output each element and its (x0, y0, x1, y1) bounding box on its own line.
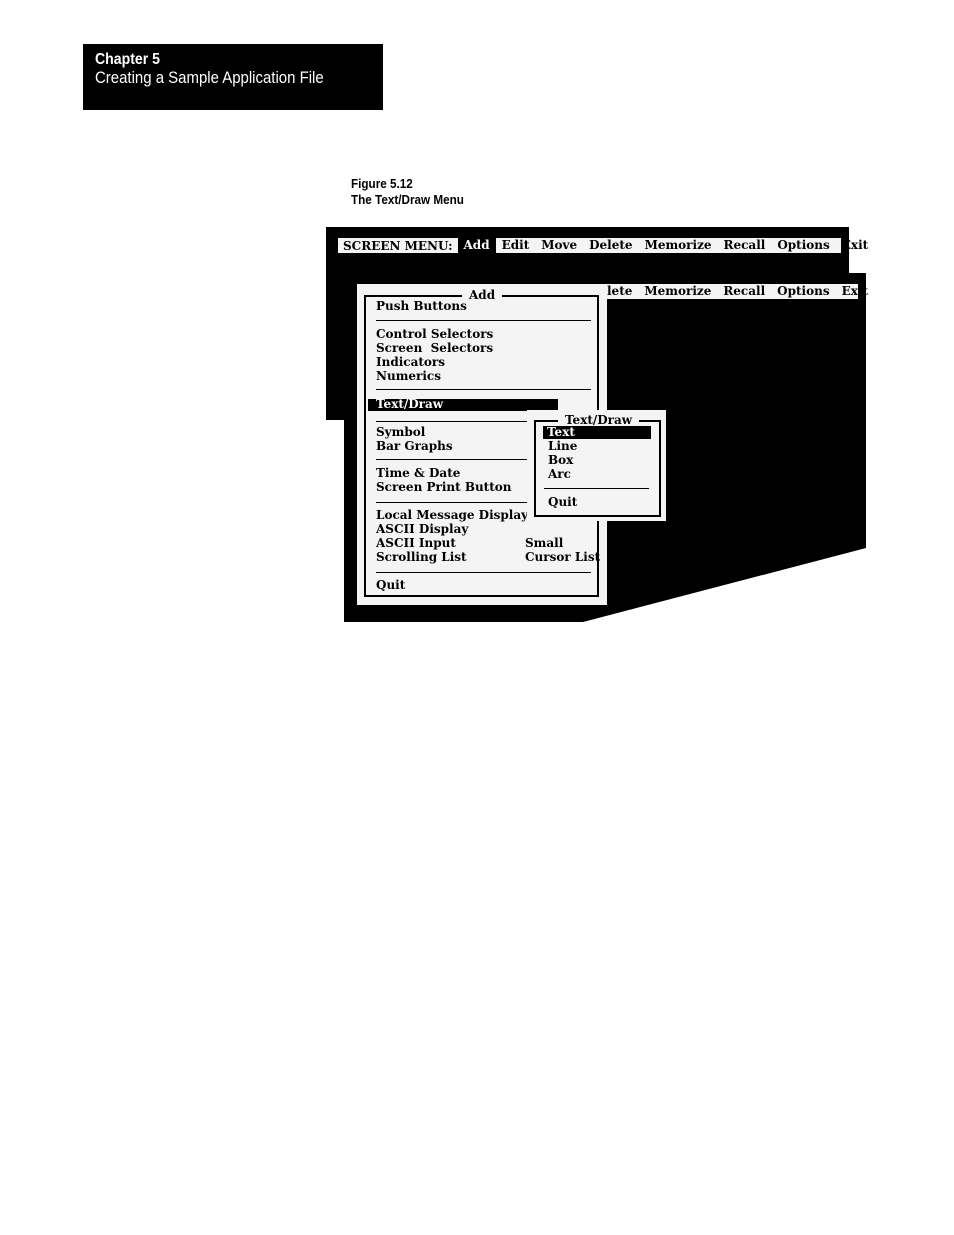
add-item-numerics[interactable]: Numerics (376, 369, 441, 383)
back-menu-item-options[interactable]: Options (771, 284, 835, 299)
add-item-scrolling-list[interactable]: Scrolling List (376, 550, 467, 564)
separator (376, 572, 591, 573)
text-draw-item-quit[interactable]: Quit (548, 495, 577, 509)
add-item-indicators[interactable]: Indicators (376, 355, 445, 369)
back-menu-item-delete[interactable]: lete (604, 284, 638, 299)
menu-item-add[interactable]: Add (457, 238, 496, 253)
separator (376, 389, 591, 390)
menu-item-move[interactable]: Move (535, 238, 583, 253)
menu-item-delete[interactable]: Delete (583, 238, 638, 253)
add-item-ascii-input[interactable]: ASCII Input (376, 536, 456, 550)
add-item-text-draw[interactable]: Text/Draw (376, 397, 443, 411)
add-item-local-message-display[interactable]: Local Message Display (376, 508, 528, 522)
text-draw-item-text[interactable]: Text (547, 425, 575, 439)
add-item-push-buttons[interactable]: Push Buttons (376, 299, 467, 313)
add-item-ascii-display[interactable]: ASCII Display (376, 522, 468, 536)
back-menu-item-recall[interactable]: Recall (717, 284, 771, 299)
add-item-cursor-list[interactable]: Cursor List (525, 550, 600, 564)
add-item-quit[interactable]: Quit (376, 578, 405, 592)
menu-item-edit[interactable]: Edit (496, 238, 536, 253)
add-item-control-selectors[interactable]: Control Selectors (376, 327, 493, 341)
menu-item-options[interactable]: Options (771, 238, 835, 253)
screen-menu-label: SCREEN MENU: (343, 238, 453, 253)
menu-item-recall[interactable]: Recall (718, 238, 772, 253)
separator (376, 320, 591, 321)
add-item-screen-print-button[interactable]: Screen Print Button (376, 480, 512, 494)
back-screen-menu-bar: lete Memorize Recall Options Exit (604, 284, 868, 299)
add-item-symbol[interactable]: Symbol (376, 425, 425, 439)
add-item-bar-graphs[interactable]: Bar Graphs (376, 439, 453, 453)
text-draw-menu-frame: Text/Draw Text Line Box Arc Quit (534, 413, 661, 517)
screen-menu-bar: SCREEN MENU: Add Edit Move Delete Memori… (338, 238, 868, 253)
text-draw-item-line[interactable]: Line (548, 439, 577, 453)
add-item-small[interactable]: Small (525, 536, 563, 550)
add-item-time-date[interactable]: Time & Date (376, 466, 460, 480)
menu-item-exit[interactable]: Exit (836, 238, 874, 253)
back-menu-item-memorize[interactable]: Memorize (638, 284, 717, 299)
text-draw-menu-panel: Text/Draw Text Line Box Arc Quit (527, 410, 666, 521)
back-menu-item-exit[interactable]: Exit (836, 284, 874, 299)
screen-illustration (326, 227, 866, 622)
menu-item-memorize[interactable]: Memorize (639, 238, 718, 253)
add-menu-title: Add (462, 288, 503, 302)
text-draw-item-box[interactable]: Box (548, 453, 573, 467)
separator (544, 488, 649, 489)
add-item-screen-selectors[interactable]: Screen Selectors (376, 341, 493, 355)
text-draw-item-arc[interactable]: Arc (548, 467, 571, 481)
